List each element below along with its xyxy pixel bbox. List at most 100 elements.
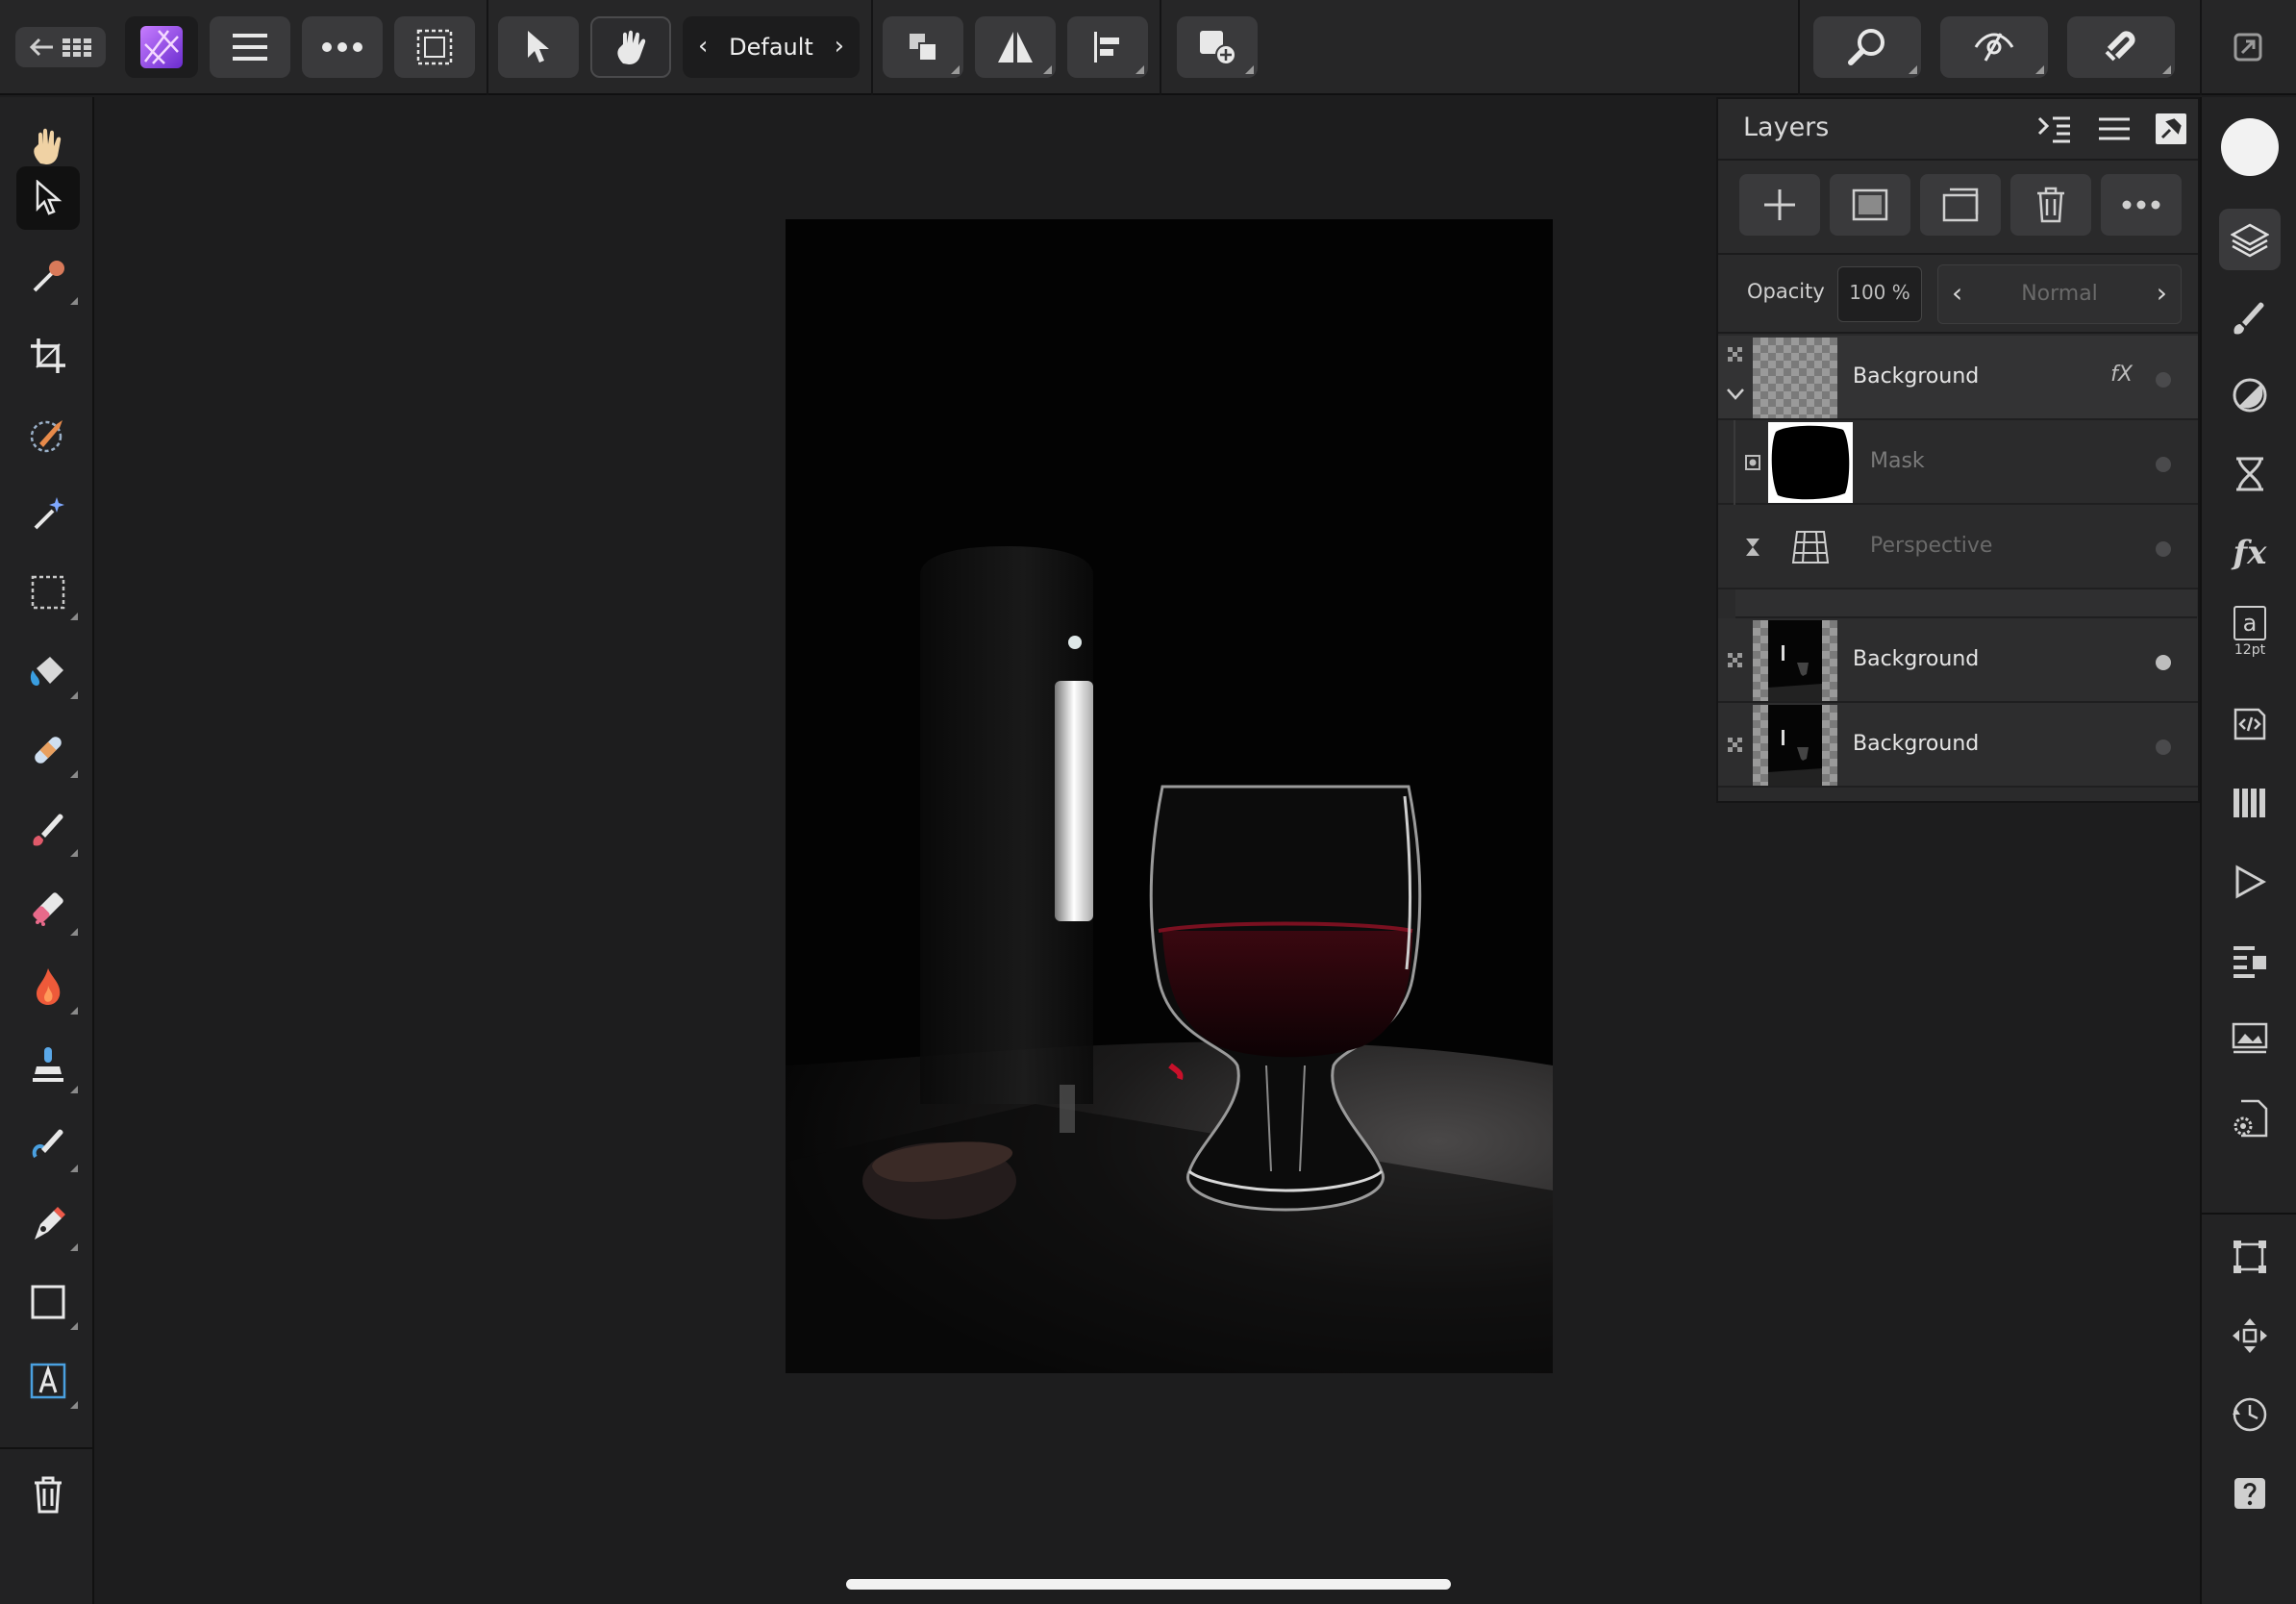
move-tool[interactable]	[16, 166, 80, 230]
panel-menu-icon[interactable]	[2099, 116, 2130, 141]
visibility-toggle[interactable]	[2156, 372, 2171, 388]
snapping-button[interactable]	[2067, 16, 2175, 78]
layers-studio-button[interactable]	[2219, 209, 2281, 270]
crop-tool[interactable]	[16, 324, 80, 388]
blend-mode-selector[interactable]: ‹ Normal ›	[1937, 264, 2182, 324]
home-indicator[interactable]	[846, 1579, 1451, 1590]
perspective-grid-icon	[1791, 531, 1830, 564]
arrange-button[interactable]	[883, 16, 963, 78]
clone-tool[interactable]	[16, 1034, 80, 1097]
layer-row[interactable]: Background fX	[1718, 336, 2198, 420]
tools-panel	[0, 97, 94, 1604]
add-mask-button[interactable]	[1830, 174, 1910, 236]
blend-next-icon[interactable]: ›	[2157, 277, 2167, 309]
code-document-icon	[2234, 708, 2266, 740]
assistant-preset-selector[interactable]: ‹ Default ›	[683, 16, 860, 78]
artistic-text-tool[interactable]	[16, 1349, 80, 1413]
back-grid-icon	[29, 38, 91, 57]
text-studio-button[interactable]: a 12pt	[2219, 601, 2281, 663]
insert-button[interactable]	[1177, 16, 1258, 78]
erase-brush-tool[interactable]	[16, 876, 80, 940]
layer-options-button[interactable]	[2101, 174, 2182, 236]
group-layers-button[interactable]	[1920, 174, 2001, 236]
chevron-right-icon[interactable]: ›	[835, 32, 844, 61]
flood-select-tool[interactable]	[16, 482, 80, 545]
zoom-button[interactable]	[1813, 16, 1921, 78]
pin-icon[interactable]	[2155, 113, 2187, 145]
transform-studio-button[interactable]	[2219, 1226, 2281, 1288]
collapse-panel-icon[interactable]	[2037, 114, 2072, 143]
delete-layer-button[interactable]	[2010, 174, 2091, 236]
layer-type-pixel-icon	[1728, 653, 1742, 667]
pen-tool[interactable]	[16, 1191, 80, 1255]
opacity-label: Opacity	[1747, 280, 1825, 303]
move-studio-button[interactable]	[2219, 1305, 2281, 1366]
document-image[interactable]	[786, 219, 1553, 1373]
flip-button[interactable]	[975, 16, 1056, 78]
history-studio-button[interactable]	[2219, 1384, 2281, 1445]
touch-modifier-button[interactable]	[590, 16, 671, 78]
preset-label: Default	[729, 34, 813, 61]
history-list-studio-button[interactable]	[2219, 930, 2281, 991]
selection-brush-icon	[30, 420, 62, 453]
channels-studio-button[interactable]	[2219, 772, 2281, 834]
add-document-icon	[1200, 31, 1236, 65]
help-button[interactable]	[2219, 1463, 2281, 1524]
fx-badge[interactable]: fX	[2110, 363, 2133, 387]
window-resize-button[interactable]	[2217, 16, 2279, 78]
list-settings-icon	[2234, 946, 2266, 978]
live-filters-studio-button[interactable]	[2219, 443, 2281, 505]
add-layer-button[interactable]	[1739, 174, 1820, 236]
view-mode-button[interactable]	[1940, 16, 2048, 78]
mask-type-icon	[1745, 455, 1760, 470]
affinity-photo-app: ‹ Default › Layers Opacity 100 % ‹ Norma…	[0, 0, 2296, 1604]
selection-brush-tool[interactable]	[16, 403, 80, 466]
move-arrows-icon	[2233, 1318, 2267, 1353]
rectangle-tool[interactable]	[16, 1270, 80, 1334]
opacity-field[interactable]: 100 %	[1837, 266, 1922, 322]
macro-studio-button[interactable]	[2219, 851, 2281, 913]
layer-row[interactable]: Background	[1718, 703, 2198, 788]
visibility-toggle[interactable]	[2156, 541, 2171, 557]
selection-mode-button[interactable]	[394, 16, 475, 78]
menu-button[interactable]	[210, 16, 290, 78]
layer-name: Background	[1853, 364, 1980, 388]
chevron-down-icon[interactable]	[1726, 388, 1745, 401]
layer-thumbnail	[1753, 705, 1837, 786]
retouch-tool[interactable]	[16, 718, 80, 782]
document-settings-button[interactable]	[2219, 1088, 2281, 1149]
stock-studio-button[interactable]	[2219, 693, 2281, 755]
layer-row[interactable]: Background	[1718, 618, 2198, 703]
marquee-tool[interactable]	[16, 561, 80, 624]
flood-fill-tool[interactable]	[16, 639, 80, 703]
visibility-toggle[interactable]	[2156, 457, 2171, 472]
move-tool-button[interactable]	[498, 16, 579, 78]
layer-thumbnail	[1753, 620, 1837, 701]
align-button[interactable]	[1067, 16, 1148, 78]
smudge-tool[interactable]	[16, 1113, 80, 1176]
dodge-burn-tool[interactable]	[16, 955, 80, 1018]
visibility-toggle[interactable]	[2156, 655, 2171, 670]
color-swatch-button[interactable]	[2219, 116, 2281, 178]
chevron-left-icon[interactable]: ‹	[698, 32, 708, 61]
more-options-button[interactable]	[302, 16, 383, 78]
layer-row[interactable]: Mask	[1718, 420, 2198, 589]
live-filter-icon	[1746, 539, 1759, 556]
eye-hidden-icon	[1974, 33, 2014, 62]
navigator-studio-button[interactable]	[2219, 1009, 2281, 1070]
visibility-toggle[interactable]	[2156, 739, 2171, 755]
mask-shape-icon	[1771, 425, 1850, 500]
adjustments-studio-button[interactable]	[2219, 364, 2281, 426]
stamp-icon	[33, 1047, 63, 1082]
opacity-blend-row: Opacity 100 % ‹ Normal ›	[1718, 253, 2198, 334]
photo-persona-button[interactable]	[125, 16, 198, 78]
brushes-studio-button[interactable]	[2219, 286, 2281, 347]
back-to-documents-button[interactable]	[15, 27, 106, 67]
layer-row[interactable]: Perspective	[1718, 505, 2198, 589]
fx-studio-button[interactable]: fx	[2219, 522, 2281, 584]
fx-icon: fx	[2233, 534, 2267, 572]
marquee-select-icon	[416, 29, 453, 65]
color-picker-tool[interactable]	[16, 245, 80, 309]
paint-brush-tool[interactable]	[16, 797, 80, 861]
delete-button[interactable]	[16, 1463, 80, 1526]
